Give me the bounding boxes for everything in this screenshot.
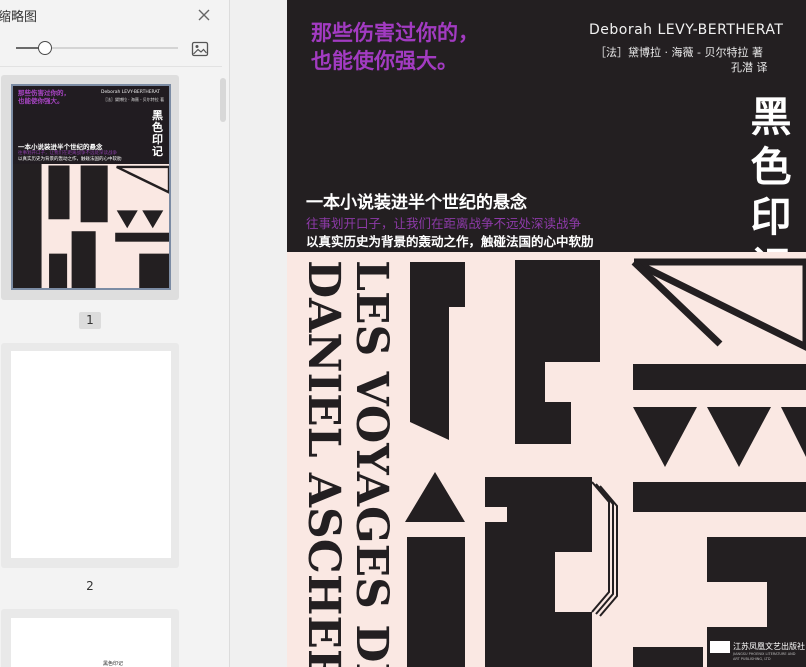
cover-headline: 一本小说装进半个世纪的悬念	[306, 193, 527, 213]
page-number-2[interactable]: 2	[79, 578, 101, 595]
translator-name: 孔潜 译	[731, 61, 768, 74]
mini-tagline-line1: 那些伤害过你的，	[18, 89, 70, 97]
mini-author: Deborah LEVY-BERTHERAT	[101, 90, 160, 95]
zoom-slider-handle[interactable]	[38, 41, 52, 55]
book-cover-page: 那些伤害过你的， 也能使你强大。 Deborah LEVY-BERTHERAT …	[287, 0, 806, 667]
page-thumbnail-1[interactable]: 那些伤害过你的， 也能使你强大。 Deborah LEVY-BERTHERAT …	[1, 75, 179, 300]
publisher-name-cn: 江苏凤凰文艺出版社	[733, 642, 805, 651]
cover-tagline: 那些伤害过你的， 也能使你强大。	[311, 21, 479, 73]
mini-author-cn: ［法］黛博拉 · 海薇 - 贝尔特拉 著	[103, 97, 165, 102]
art-shape-bar-1	[633, 364, 806, 390]
mini-cover-artwork	[13, 164, 169, 288]
sidebar-scrollbar[interactable]	[220, 78, 226, 122]
page-3-preview: 黑色印记	[11, 618, 171, 667]
mini-title: 黑色印记	[152, 109, 163, 158]
close-icon[interactable]	[195, 6, 213, 24]
page-1-cover-preview: 那些伤害过你的， 也能使你强大。 Deborah LEVY-BERTHERAT …	[11, 84, 171, 290]
mini-tagline: 那些伤害过你的， 也能使你强大。	[18, 89, 70, 105]
page-thumbnail-3[interactable]: 黑色印记	[1, 609, 179, 667]
mini-tagline-line2: 也能使你强大。	[18, 97, 64, 105]
publisher-name-en-line2: ART PUBLISHING, LTD	[733, 656, 771, 661]
thumbnail-zoom-slider[interactable]	[16, 40, 178, 56]
author-name-en: Deborah LEVY-BERTHERAT	[589, 22, 784, 38]
cover-title-fr-line2: DANIEL ASCHER	[298, 260, 349, 667]
cover-artwork: LES VOYAGES DE DANIEL ASCHER	[287, 252, 806, 667]
publisher-logo	[710, 641, 730, 653]
page-thumbnail-2[interactable]	[1, 343, 179, 568]
publisher-name-en-line1: JIANGSU PHOENIX LITERATURE AND	[733, 652, 796, 656]
thumbnail-sidebar: 缩略图 那些伤害过你的， 也能使你强大。 Deborah LEVY-BERTHE…	[0, 0, 230, 667]
sidebar-title: 缩略图	[0, 10, 38, 25]
cover-subtitle-2: 以真实历史为背景的轰动之作，触碰法国的心中软肋	[306, 234, 594, 249]
image-icon[interactable]	[191, 41, 209, 57]
page-3-preview-text: 黑色印记	[103, 661, 124, 667]
document-view[interactable]: 那些伤害过你的， 也能使你强大。 Deborah LEVY-BERTHERAT …	[230, 0, 806, 667]
page-number-1[interactable]: 1	[79, 312, 101, 329]
art-shape-bottom-dark	[633, 647, 703, 667]
art-shape-pillar	[407, 537, 465, 667]
cover-subtitle-1: 往事划开口子，让我们在距离战争不远处深读战争	[306, 216, 582, 231]
cover-title-fr-line1: LES VOYAGES DE	[346, 260, 397, 667]
author-name-cn: ［法］黛博拉 · 海薇 - 贝尔特拉 著	[595, 46, 763, 59]
page-2-preview	[11, 351, 171, 558]
mini-subtitle-2: 以真实历史为背景的轰动之作，触碰法国的心中软肋	[18, 157, 122, 162]
art-shape-bar-2	[633, 482, 806, 512]
publisher-name-en: JIANGSU PHOENIX LITERATURE AND ART PUBLI…	[733, 652, 795, 661]
sidebar-divider	[0, 66, 222, 67]
